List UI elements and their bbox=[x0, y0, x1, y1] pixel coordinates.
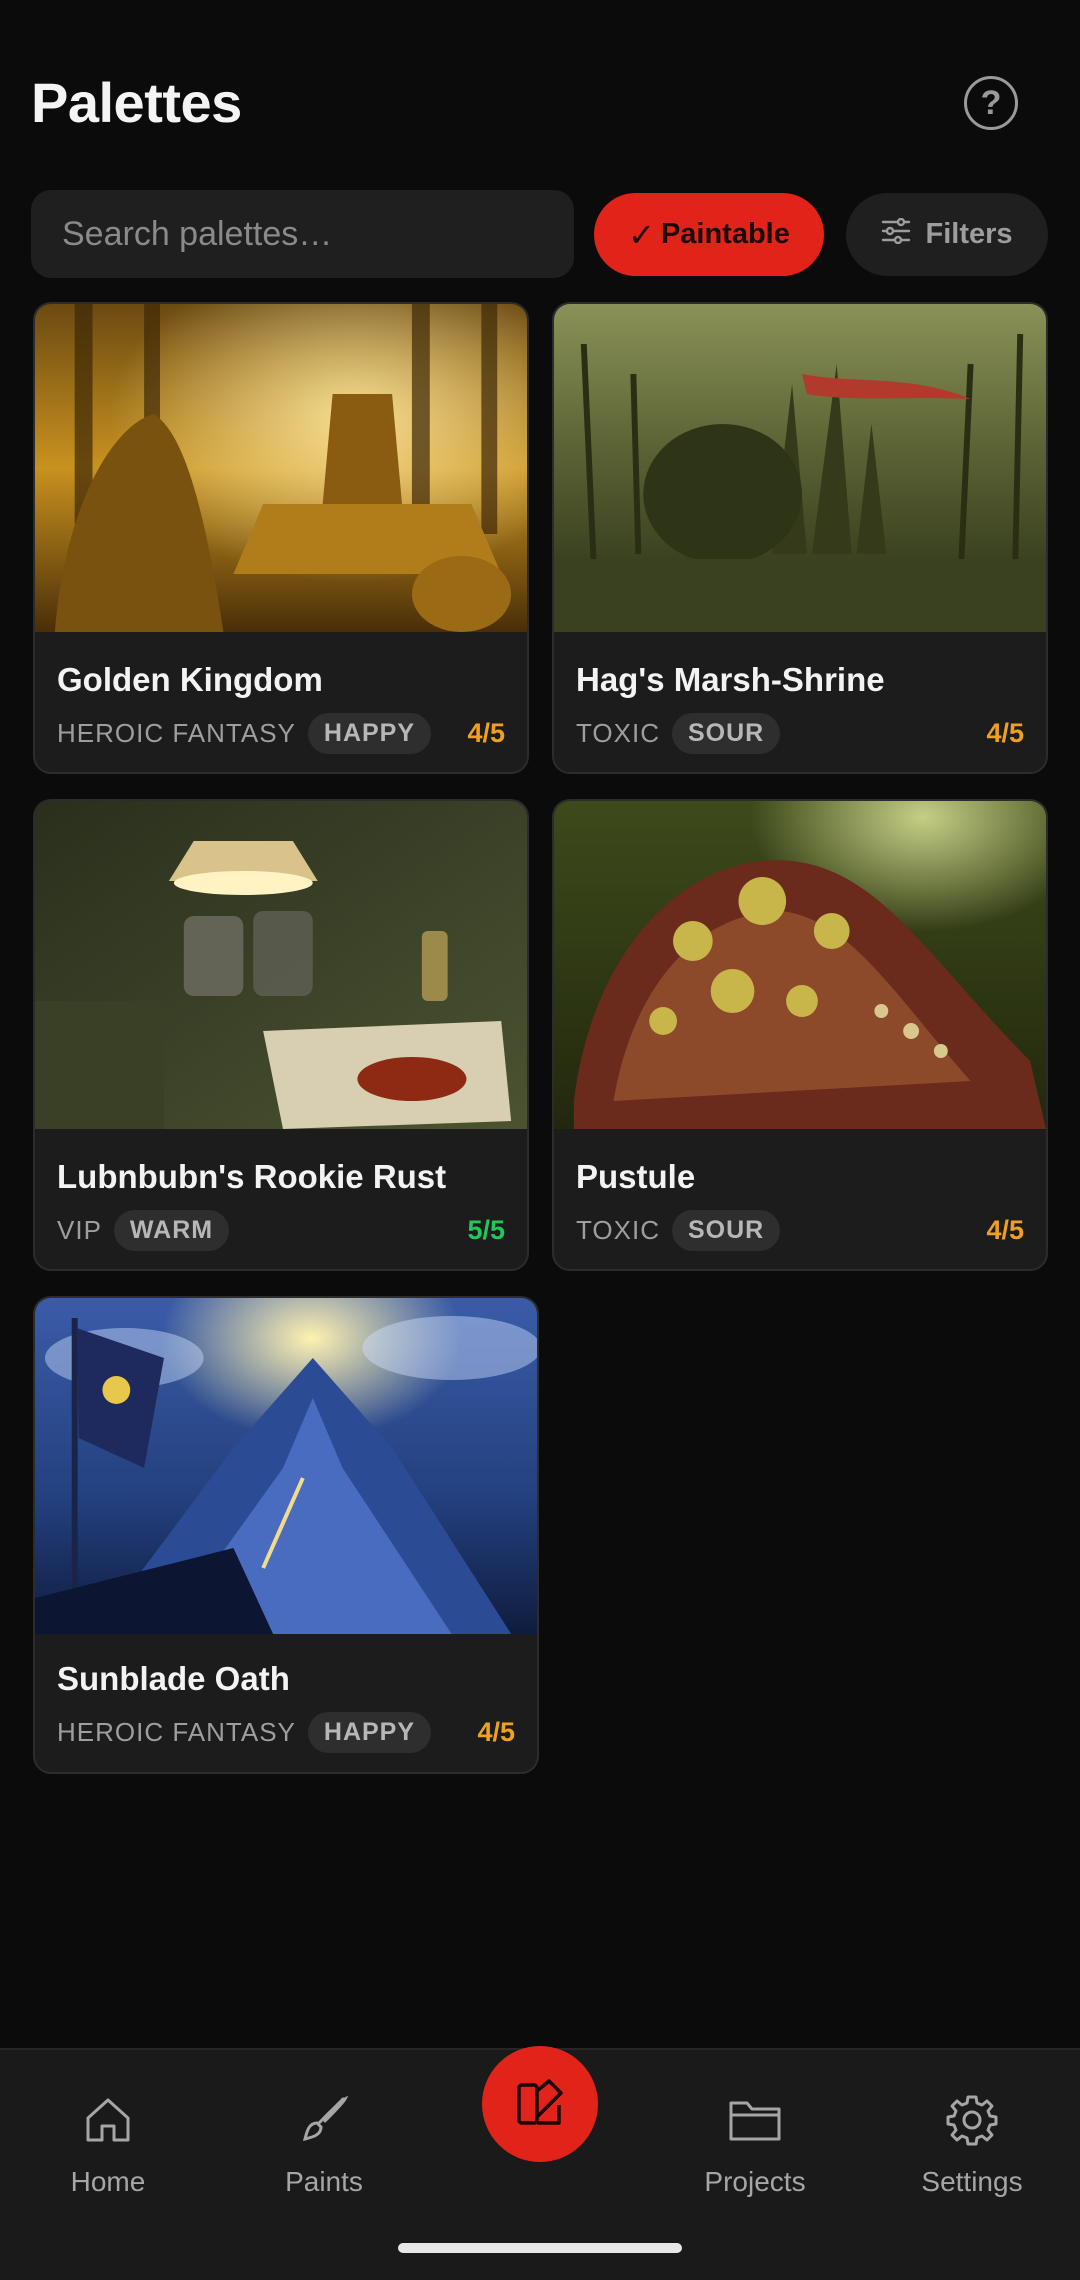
palette-name: Golden Kingdom bbox=[57, 661, 323, 698]
nav-label: Projects bbox=[704, 2166, 806, 2197]
search-input[interactable] bbox=[62, 214, 574, 254]
palette-name: Lubnbubn's Rookie Rust bbox=[57, 1158, 447, 1195]
palette-tag: HAPPY bbox=[307, 712, 432, 754]
palette-card[interactable]: Golden Kingdom HEROIC FANTASY HAPPY 4/5 bbox=[33, 302, 529, 774]
palette-swatch-icon bbox=[513, 2075, 567, 2134]
palette-category: VIP bbox=[57, 1214, 102, 1245]
palette-card[interactable]: Lubnbubn's Rookie Rust VIP WARM 5/5 bbox=[33, 799, 529, 1271]
help-button[interactable]: ? bbox=[964, 76, 1018, 130]
page-title: Palettes bbox=[31, 71, 242, 134]
palette-art-rookie-rust bbox=[35, 801, 527, 1129]
folder-icon bbox=[675, 2090, 835, 2150]
palettes-fab[interactable] bbox=[482, 2046, 598, 2162]
nav-label: Paints bbox=[285, 2166, 363, 2197]
brush-icon bbox=[244, 2090, 404, 2150]
nav-label: Settings bbox=[921, 2166, 1023, 2197]
search-field[interactable] bbox=[31, 190, 574, 278]
filters-button[interactable]: Filters bbox=[846, 193, 1048, 276]
palette-name: Sunblade Oath bbox=[57, 1660, 290, 1697]
palette-category: TOXIC bbox=[576, 1214, 660, 1245]
check-icon: ✓ bbox=[628, 216, 655, 253]
nav-home[interactable]: Home bbox=[28, 2090, 188, 2198]
palette-meta: VIP WARM 5/5 bbox=[57, 1208, 505, 1252]
palette-card[interactable]: Sunblade Oath HEROIC FANTASY HAPPY 4/5 bbox=[33, 1296, 539, 1774]
palette-tag: SOUR bbox=[671, 1209, 781, 1251]
palette-name: Pustule bbox=[576, 1158, 696, 1195]
gear-icon bbox=[892, 2090, 1052, 2150]
palette-card[interactable]: Pustule TOXIC SOUR 4/5 bbox=[552, 799, 1048, 1271]
palette-art-hags-marsh-shrine bbox=[554, 304, 1046, 632]
home-indicator bbox=[398, 2243, 682, 2253]
palette-tag: WARM bbox=[113, 1209, 230, 1251]
palette-category: HEROIC FANTASY bbox=[57, 717, 296, 748]
palette-art-sunblade-oath bbox=[35, 1298, 537, 1634]
palette-score: 4/5 bbox=[477, 1716, 515, 1747]
palette-art-golden-kingdom bbox=[35, 304, 527, 632]
palette-tag: SOUR bbox=[671, 712, 781, 754]
palette-score: 4/5 bbox=[467, 717, 505, 748]
palette-category: HEROIC FANTASY bbox=[57, 1716, 296, 1747]
nav-settings[interactable]: Settings bbox=[892, 2090, 1052, 2198]
palette-meta: TOXIC SOUR 4/5 bbox=[576, 1208, 1024, 1252]
palette-score: 4/5 bbox=[986, 717, 1024, 748]
nav-projects[interactable]: Projects bbox=[675, 2090, 835, 2198]
paintable-filter-chip[interactable]: ✓ Paintable bbox=[594, 193, 824, 276]
palette-score: 5/5 bbox=[467, 1214, 505, 1245]
palette-meta: HEROIC FANTASY HAPPY 4/5 bbox=[57, 711, 505, 755]
palette-art-pustule bbox=[554, 801, 1046, 1129]
palette-name: Hag's Marsh-Shrine bbox=[576, 661, 885, 698]
palettes-screen: Palettes ? ✓ Paintable Filters bbox=[0, 0, 1080, 2280]
palette-meta: HEROIC FANTASY HAPPY 4/5 bbox=[57, 1710, 515, 1754]
nav-label: Home bbox=[70, 2166, 146, 2197]
palette-card[interactable]: Hag's Marsh-Shrine TOXIC SOUR 4/5 bbox=[552, 302, 1048, 774]
help-circle-icon: ? bbox=[980, 83, 1002, 122]
palette-score: 4/5 bbox=[986, 1214, 1024, 1245]
palette-meta: TOXIC SOUR 4/5 bbox=[576, 711, 1024, 755]
filters-label: Filters bbox=[925, 218, 1013, 250]
palette-tag: HAPPY bbox=[307, 1711, 432, 1753]
palette-category: TOXIC bbox=[576, 717, 660, 748]
sliders-icon bbox=[881, 217, 911, 252]
paintable-chip-label: Paintable bbox=[660, 218, 790, 250]
home-icon bbox=[28, 2090, 188, 2150]
nav-paints[interactable]: Paints bbox=[244, 2090, 404, 2198]
